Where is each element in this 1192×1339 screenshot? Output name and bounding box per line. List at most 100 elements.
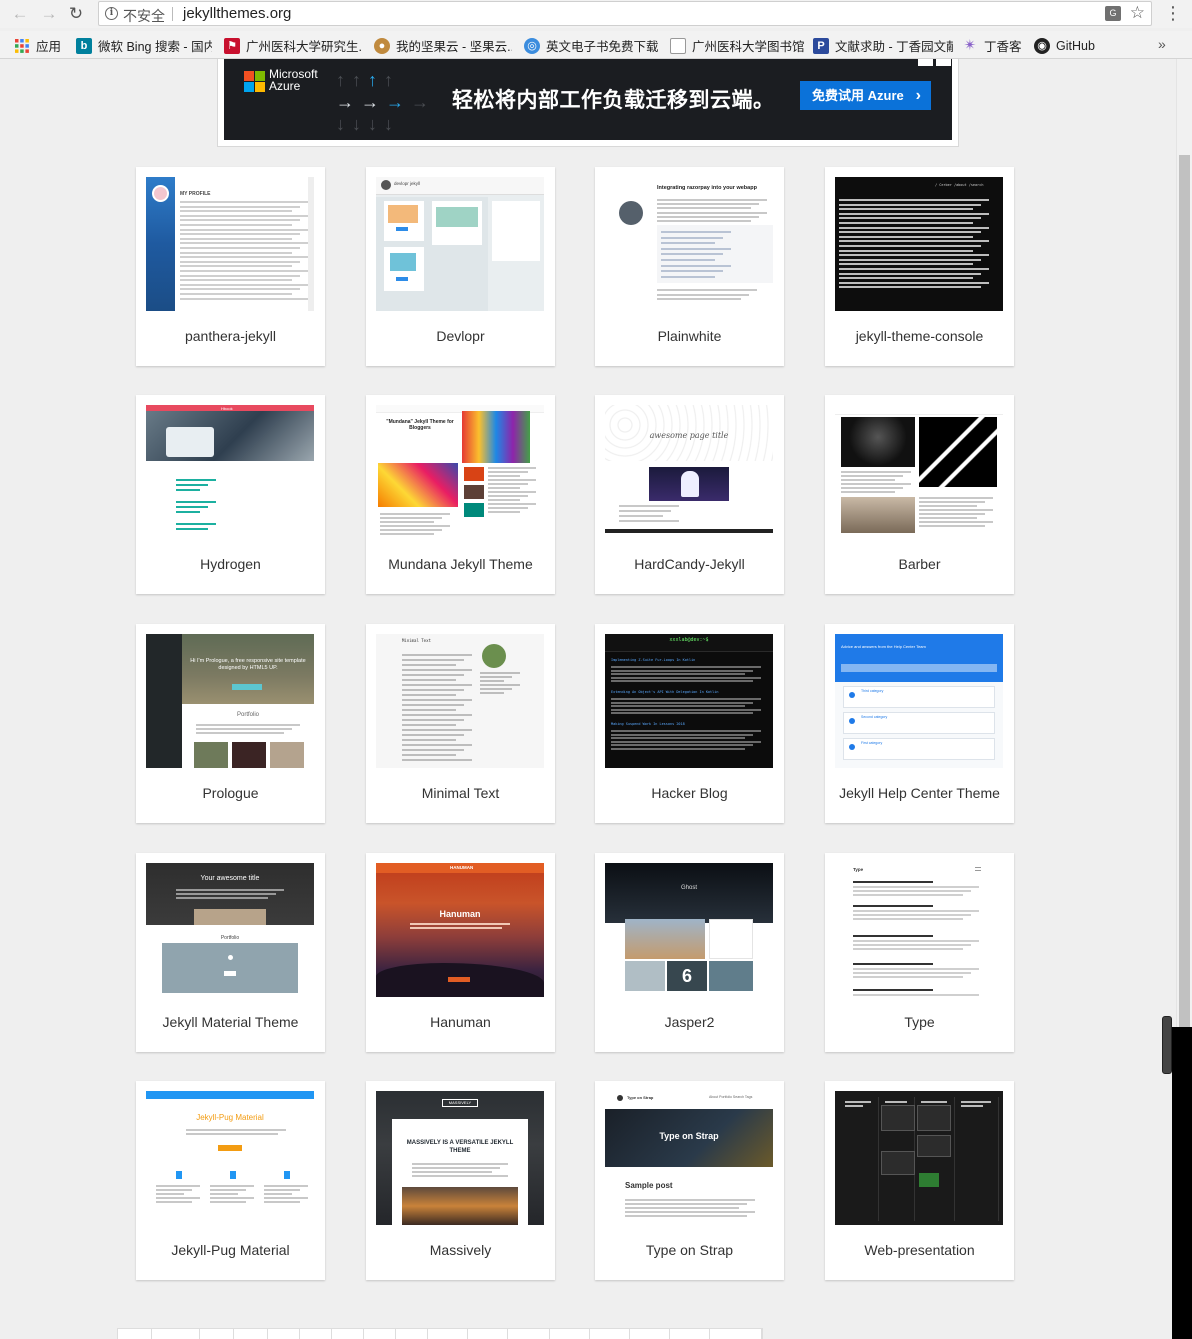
theme-card[interactable]: Minimal Text Minimal Text: [366, 624, 555, 823]
theme-title[interactable]: Minimal Text: [366, 785, 555, 801]
bookmark-dxy[interactable]: ✴ 丁香客: [962, 37, 1026, 54]
theme-card[interactable]: awesome page title HardCandy-Jekyll: [595, 395, 784, 594]
theme-title[interactable]: HardCandy-Jekyll: [595, 556, 784, 572]
bookmark-gmu-grad[interactable]: ⚑ 广州医科大学研究生...: [224, 37, 362, 54]
theme-title[interactable]: Prologue: [136, 785, 325, 801]
azure-ad-banner[interactable]: Microsoft Azure ↑↑↑↑ →→→→ ↓↓↓↓ 轻松将内部工作负载…: [224, 59, 952, 140]
theme-card[interactable]: "Mundana" Jekyll Theme for Bloggers Munda…: [366, 395, 555, 594]
bookmark-gmu-library[interactable]: 广州医科大学图书馆: [670, 37, 804, 54]
theme-thumbnail[interactable]: [835, 1091, 1003, 1225]
theme-thumbnail[interactable]: Type: [835, 863, 1003, 997]
page-link[interactable]: [468, 1329, 508, 1339]
theme-title[interactable]: Web-presentation: [825, 1242, 1014, 1258]
theme-title[interactable]: Plainwhite: [595, 328, 784, 344]
theme-card[interactable]: Type Type: [825, 853, 1014, 1052]
theme-card[interactable]: Hbook Hydrogen: [136, 395, 325, 594]
theme-thumbnail[interactable]: [835, 405, 1003, 539]
page-link[interactable]: [630, 1329, 670, 1339]
url-text[interactable]: jekyllthemes.org: [183, 5, 291, 22]
theme-card[interactable]: Ghost 6 Jasper2: [595, 853, 784, 1052]
page-link[interactable]: [300, 1329, 332, 1339]
bookmark-jianguoyun[interactable]: ● 我的坚果云 - 坚果云...: [374, 37, 512, 54]
pagination[interactable]: [117, 1328, 763, 1339]
ad-close-icon[interactable]: [936, 59, 951, 66]
theme-thumbnail[interactable]: Minimal Text: [376, 634, 544, 768]
theme-thumbnail[interactable]: Your awesome title Portfolio: [146, 863, 314, 997]
page-link[interactable]: [118, 1329, 152, 1339]
try-azure-button[interactable]: 免费试用 Azure ›: [800, 81, 931, 110]
bookmark-github[interactable]: ◉ GitHub: [1034, 37, 1104, 54]
page-link[interactable]: [396, 1329, 428, 1339]
theme-card[interactable]: MY PROFILE panthera-jekyll: [136, 167, 325, 366]
theme-thumbnail[interactable]: / Cerber /about /search: [835, 177, 1003, 311]
bookmark-ebooks[interactable]: ◎ 英文电子书免费下载: [524, 37, 660, 54]
side-widget-handle[interactable]: [1162, 1016, 1172, 1074]
theme-card[interactable]: devlopr jekyll Devlopr: [366, 167, 555, 366]
theme-card[interactable]: Barber: [825, 395, 1014, 594]
page-link[interactable]: [710, 1329, 762, 1339]
address-bar[interactable]: i 不安全 jekyllthemes.org G ☆: [98, 1, 1152, 26]
theme-thumbnail[interactable]: HANUMAN Hanuman: [376, 863, 544, 997]
page-link[interactable]: [670, 1329, 710, 1339]
theme-title[interactable]: Type on Strap: [595, 1242, 784, 1258]
theme-thumbnail[interactable]: devlopr jekyll: [376, 177, 544, 311]
bookmark-bing[interactable]: b 微软 Bing 搜索 - 国内...: [76, 37, 212, 54]
page-link[interactable]: [364, 1329, 396, 1339]
theme-card[interactable]: Advice and answers from the Help Center …: [825, 624, 1014, 823]
theme-thumbnail[interactable]: "Mundana" Jekyll Theme for Bloggers: [376, 405, 544, 539]
theme-title[interactable]: Jekyll Help Center Theme: [825, 785, 1014, 801]
page-link[interactable]: [428, 1329, 468, 1339]
bookmark-apps[interactable]: 应用: [14, 37, 72, 54]
theme-card[interactable]: Web-presentation: [825, 1081, 1014, 1280]
theme-title[interactable]: Jekyll-Pug Material: [136, 1242, 325, 1258]
page-link[interactable]: [332, 1329, 364, 1339]
theme-thumbnail[interactable]: Integrating razorpay into your webapp: [605, 177, 773, 311]
page-link[interactable]: [268, 1329, 300, 1339]
reload-icon[interactable]: ↻: [64, 2, 88, 26]
theme-thumbnail[interactable]: Hbook: [146, 405, 314, 539]
ad-controls[interactable]: [918, 59, 952, 66]
page-link[interactable]: [234, 1329, 268, 1339]
theme-title[interactable]: Hydrogen: [136, 556, 325, 572]
theme-thumbnail[interactable]: awesome page title: [605, 405, 773, 539]
theme-title[interactable]: Type: [825, 1014, 1014, 1030]
page-link[interactable]: [590, 1329, 630, 1339]
bookmark-star-icon[interactable]: ☆: [1130, 3, 1145, 23]
theme-thumbnail[interactable]: MASSIVELY MASSIVELY IS A VERSATILE JEKYLL…: [376, 1091, 544, 1225]
theme-card[interactable]: xxxlab@dev:~$ Implementing Z-Suite Fur-Lo…: [595, 624, 784, 823]
theme-title[interactable]: Barber: [825, 556, 1014, 572]
theme-thumbnail[interactable]: MY PROFILE: [146, 177, 314, 311]
theme-thumbnail[interactable]: Jekyll-Pug Material: [146, 1091, 314, 1225]
theme-thumbnail[interactable]: Ghost 6: [605, 863, 773, 997]
theme-card[interactable]: MASSIVELY MASSIVELY IS A VERSATILE JEKYLL…: [366, 1081, 555, 1280]
theme-title[interactable]: Mundana Jekyll Theme: [366, 556, 555, 572]
ad-info-icon[interactable]: [918, 59, 933, 66]
theme-title[interactable]: Hacker Blog: [595, 785, 784, 801]
theme-title[interactable]: Jasper2: [595, 1014, 784, 1030]
translate-icon[interactable]: G: [1105, 6, 1121, 21]
theme-thumbnail[interactable]: Type on Strap About Portfolio Search Tags…: [605, 1091, 773, 1225]
theme-card[interactable]: Type on Strap About Portfolio Search Tags…: [595, 1081, 784, 1280]
info-icon[interactable]: i: [105, 7, 118, 20]
theme-card[interactable]: Jekyll-Pug Material Jekyll-Pug Material: [136, 1081, 325, 1280]
theme-card[interactable]: HANUMAN Hanuman Hanuman: [366, 853, 555, 1052]
theme-title[interactable]: Hanuman: [366, 1014, 555, 1030]
theme-card[interactable]: Your awesome title Portfolio Jekyll Materi…: [136, 853, 325, 1052]
theme-title[interactable]: Devlopr: [366, 328, 555, 344]
bookmark-dxy-papers[interactable]: P 文献求助 - 丁香园文献...: [813, 37, 953, 54]
theme-thumbnail[interactable]: Advice and answers from the Help Center …: [835, 634, 1003, 768]
more-bookmarks-icon[interactable]: »: [1158, 36, 1166, 52]
theme-thumbnail[interactable]: xxxlab@dev:~$ Implementing Z-Suite Fur-Lo…: [605, 634, 773, 768]
theme-card[interactable]: Hi I'm Prologue, a free responsive site …: [136, 624, 325, 823]
forward-arrow-icon[interactable]: →: [37, 2, 61, 26]
page-link[interactable]: [550, 1329, 590, 1339]
page-link[interactable]: [508, 1329, 550, 1339]
browser-menu-icon[interactable]: ⋮: [1164, 2, 1182, 24]
theme-title[interactable]: panthera-jekyll: [136, 328, 325, 344]
theme-title[interactable]: Massively: [366, 1242, 555, 1258]
theme-card[interactable]: / Cerber /about /search jekyll-theme-cons…: [825, 167, 1014, 366]
theme-thumbnail[interactable]: Hi I'm Prologue, a free responsive site …: [146, 634, 314, 768]
theme-card[interactable]: Integrating razorpay into your webapp Pla…: [595, 167, 784, 366]
back-arrow-icon[interactable]: ←: [8, 2, 32, 26]
theme-title[interactable]: jekyll-theme-console: [825, 328, 1014, 344]
